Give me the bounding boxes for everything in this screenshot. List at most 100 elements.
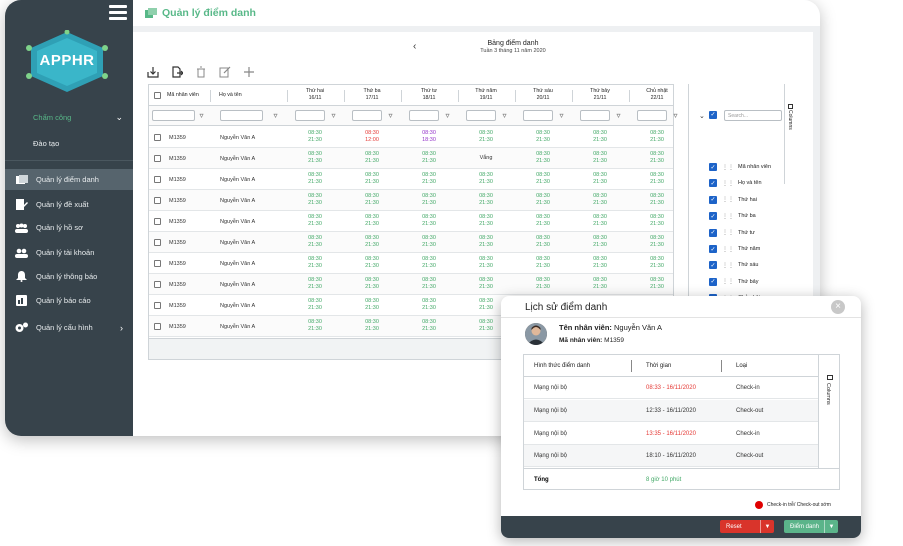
filter-icon[interactable]: ▿ [614,110,623,121]
history-row[interactable]: Mạng nội bộ 18:10 - 16/11/2020 Check-out [524,445,818,468]
history-row[interactable]: Mạng nội bộ 13:35 - 16/11/2020 Check-in [524,423,818,445]
reset-button[interactable]: Reset ▼ [720,520,774,533]
history-row[interactable]: Mạng nội bộ 12:33 - 16/11/2020 Check-out [524,399,818,422]
checkbox-checked-icon[interactable]: ✓ [709,179,717,188]
checkbox-checked-icon[interactable]: ✓ [709,163,717,171]
history-row[interactable]: Mạng nội bộ 08:33 - 16/11/2020 Check-in [524,377,818,399]
filter-input[interactable] [152,110,195,121]
cell-day-time[interactable]: 08:3021:30 [466,298,506,311]
column-toggle[interactable]: ✓ ⋮⋮ Mã nhân viên [709,161,787,173]
cell-day-time[interactable]: 08:3021:30 [295,256,335,269]
cell-day-time[interactable]: 08:3021:30 [295,214,335,227]
sidebar-item-profile[interactable]: Quản lý hồ sơ [5,217,133,238]
filter-input[interactable] [220,110,263,121]
cell-day-time[interactable]: 08:3021:30 [409,193,449,206]
drag-handle-icon[interactable]: ⋮⋮ [722,278,734,285]
cell-day-time[interactable]: 08:3021:30 [637,151,677,164]
header-full-name[interactable]: Họ và tên [219,92,269,99]
cell-day-time[interactable]: 08:3021:30 [352,235,392,248]
row-checkbox[interactable] [154,260,161,267]
chevron-down-icon[interactable]: ⌄ [699,112,705,120]
cell-day-time[interactable]: 08:3021:30 [523,214,563,227]
filter-icon[interactable]: ▿ [443,110,452,121]
caret-down-icon[interactable]: ▼ [760,520,774,533]
cell-day-time[interactable]: 08:3021:30 [409,151,449,164]
filter-input[interactable] [409,110,439,121]
add-icon[interactable] [242,65,256,79]
attend-button[interactable]: Điểm danh ▼ [784,520,838,533]
drag-handle-icon[interactable]: ⋮⋮ [722,213,734,220]
cell-day-time[interactable]: 08:3021:30 [409,256,449,269]
cell-day-time[interactable]: 08:3021:30 [637,193,677,206]
cell-day-time[interactable]: 08:3021:30 [580,193,620,206]
cell-day-time[interactable]: 08:30 12:00 [352,130,392,143]
cell-day-time[interactable]: 08:3021:30 [580,214,620,227]
sidebar-item-notification[interactable]: Quản lý thông báo [5,266,133,287]
cell-day-time[interactable]: 08:3021:30 [523,172,563,185]
checkbox-checked-icon[interactable]: ✓ [709,277,717,286]
sidebar-item-settings[interactable]: Quản lý cấu hình › [5,317,133,338]
cell-day-time[interactable]: 08:3021:30 [409,214,449,227]
header-day[interactable]: Thứ sáu 20/11 [519,88,567,102]
header-time[interactable]: Thời gian [646,363,671,369]
table-row[interactable]: M1359 Nguyễn Văn A 08:30 21:30 08:30 21:30 08:… [149,232,673,253]
drag-handle-icon[interactable]: ⋮⋮ [722,180,734,187]
cell-day-time[interactable]: 08:3021:30 [523,235,563,248]
header-day[interactable]: Chủ nhật 22/11 [633,88,681,102]
cell-day-time[interactable]: 08:3021:30 [409,277,449,290]
drag-handle-icon[interactable]: ⋮⋮ [722,196,734,203]
columns-tab[interactable]: Columns [818,355,840,468]
row-checkbox[interactable] [154,155,161,162]
cell-day-time[interactable]: 08:3021:30 [409,235,449,248]
row-checkbox[interactable] [154,281,161,288]
cell-day-time[interactable]: 08:3021:30 [466,214,506,227]
filter-icon[interactable]: ▿ [557,110,566,121]
drag-handle-icon[interactable]: ⋮⋮ [722,229,734,236]
cell-day-time[interactable]: 08:3021:30 [637,130,677,143]
drag-handle-icon[interactable]: ⋮⋮ [722,164,734,171]
cell-day-time[interactable]: 08:3021:30 [466,319,506,332]
export-icon[interactable] [170,65,184,79]
close-icon[interactable]: × [831,300,845,314]
row-checkbox[interactable] [154,239,161,246]
column-toggle[interactable]: ✓ ⋮⋮ Thứ tư [709,227,787,239]
cell-day-time[interactable]: 08:3021:30 [637,277,677,290]
filter-icon[interactable]: ▿ [386,110,395,121]
header-day[interactable]: Thứ ba 17/11 [348,88,396,102]
cell-day-time[interactable]: 08:3021:30 [295,193,335,206]
cell-day-time[interactable]: Vắng [466,155,506,162]
cell-day-time[interactable]: 08:3021:30 [409,172,449,185]
cell-day-time[interactable]: 08:3021:30 [295,130,335,143]
filter-input[interactable] [580,110,610,121]
select-all-checkbox[interactable] [154,92,161,99]
table-row[interactable]: M1359 Nguyễn Văn A 08:30 21:30 08:30 21:30 08:… [149,190,673,211]
sidebar-item-report[interactable]: Quản lý báo cáo [5,290,133,311]
menu-icon[interactable] [109,5,127,21]
header-day[interactable]: Thứ tư 18/11 [405,88,453,102]
checkbox-checked-icon[interactable]: ✓ [709,212,717,221]
drag-handle-icon[interactable]: ⋮⋮ [722,246,734,253]
checkbox-checked-icon[interactable]: ✓ [709,261,717,270]
header-method[interactable]: Hình thức điểm danh [534,363,590,369]
caret-down-icon[interactable]: ▼ [824,520,838,533]
sidebar-item-proposal[interactable]: Quản lý đề xuất [5,194,133,215]
table-row[interactable]: M1359 Nguyễn Văn A 08:30 21:30 08:30 21:30 08:… [149,253,673,274]
cell-day-time[interactable]: 08:3021:30 [580,130,620,143]
cell-day-time[interactable]: 08:30 18:30 [409,130,449,143]
cell-day-time[interactable]: 08:3021:30 [352,256,392,269]
row-checkbox[interactable] [154,134,161,141]
table-row[interactable]: M1359 Nguyễn Văn A 08:30 21:30 08:30 21:30 08:… [149,274,673,295]
cell-day-time[interactable]: 08:3021:30 [637,235,677,248]
sidebar-item-timesheet[interactable]: Chấm công ⌄ [5,108,133,126]
cell-day-time[interactable]: 08:3021:30 [466,277,506,290]
edit-icon[interactable] [218,65,232,79]
filter-input[interactable] [637,110,667,121]
checkbox-checked-icon[interactable]: ✓ [709,228,717,237]
cell-day-time[interactable]: 08:3021:30 [523,193,563,206]
cell-day-time[interactable]: 08:3021:30 [295,235,335,248]
delete-icon[interactable] [194,65,208,79]
header-day[interactable]: Thứ hai 16/11 [291,88,339,102]
table-row[interactable]: M1359 Nguyễn Văn A 08:30 21:30 08:30 21:30 08:… [149,148,673,169]
column-toggle[interactable]: ✓ ⋮⋮ Thứ hai [709,194,787,206]
header-day[interactable]: Thứ năm 19/11 [462,88,510,102]
